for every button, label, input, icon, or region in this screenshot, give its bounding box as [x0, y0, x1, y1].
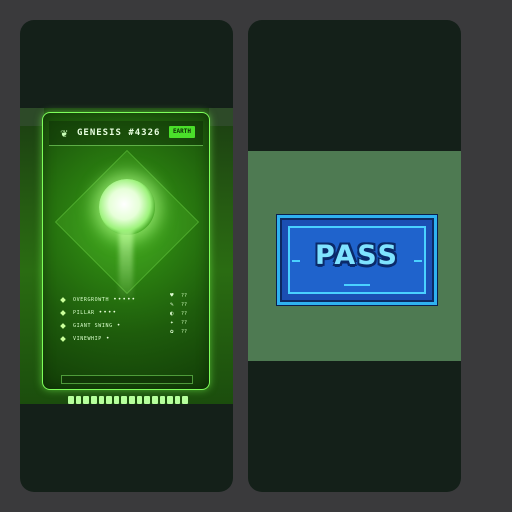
card-header: ❦ GENESIS #4326 EARTH [49, 121, 203, 146]
trait-item: PILLAR •••• [60, 306, 161, 319]
stat-list: ♥ ?? ✎ ?? ◐ ?? ✦ ?? ✿ ?? [170, 291, 200, 336]
stat-row: ✎ ?? [170, 300, 200, 309]
pass-panel[interactable]: PASS [248, 20, 461, 492]
trait-name: PILLAR [73, 309, 95, 316]
progress-segments [68, 396, 188, 404]
trait-item: VINEWHIP • [60, 332, 161, 345]
pass-underline [344, 284, 370, 286]
stat-row: ✿ ?? [170, 327, 200, 336]
stat-value: ?? [181, 319, 188, 326]
leaf-gem-icon: ❦ [60, 126, 68, 140]
trait-name: GIANT SWING [73, 322, 113, 329]
flower-icon: ✿ [170, 328, 174, 335]
stat-value: ?? [181, 292, 188, 299]
trait-item: OVERGROWTH ••••• [60, 293, 161, 306]
trait-level: • [116, 322, 122, 329]
trait-bullet-icon [60, 296, 66, 303]
trait-bullet-icon [60, 335, 66, 342]
trait-name: OVERGROWTH [73, 296, 110, 303]
card-footer-bar [61, 375, 193, 384]
pass-label: PASS [315, 240, 399, 271]
glowing-orb [99, 179, 155, 235]
stat-row: ♥ ?? [170, 291, 200, 300]
stat-row: ✦ ?? [170, 318, 200, 327]
stat-value: ?? [181, 310, 188, 317]
trait-list: OVERGROWTH ••••• PILLAR •••• GIANT SWING… [60, 293, 161, 345]
trait-bullet-icon [60, 309, 66, 316]
trait-level: •••• [98, 309, 118, 316]
element-badge: EARTH [168, 126, 195, 138]
trait-level: • [105, 335, 111, 342]
trait-name: VINEWHIP [73, 335, 102, 342]
nft-card-panel[interactable]: ❦ GENESIS #4326 EARTH OVERGROWTH ••••• P… [20, 20, 233, 492]
stat-value: ?? [181, 301, 188, 308]
stat-value: ?? [181, 328, 188, 335]
trait-item: GIANT SWING • [60, 319, 161, 332]
spark-icon: ✦ [170, 319, 174, 326]
stat-row: ◐ ?? [170, 309, 200, 318]
card-title: GENESIS #4326 [77, 128, 161, 138]
pass-ticket[interactable]: PASS [277, 215, 437, 305]
genesis-card[interactable]: ❦ GENESIS #4326 EARTH OVERGROWTH ••••• P… [42, 112, 210, 390]
pen-icon: ✎ [170, 301, 174, 308]
pass-inner-frame: PASS [288, 226, 426, 294]
shield-icon: ◐ [170, 310, 174, 317]
trait-bullet-icon [60, 322, 66, 329]
trait-level: ••••• [113, 296, 137, 303]
heart-icon: ♥ [170, 292, 174, 299]
pass-background: PASS [248, 151, 461, 361]
